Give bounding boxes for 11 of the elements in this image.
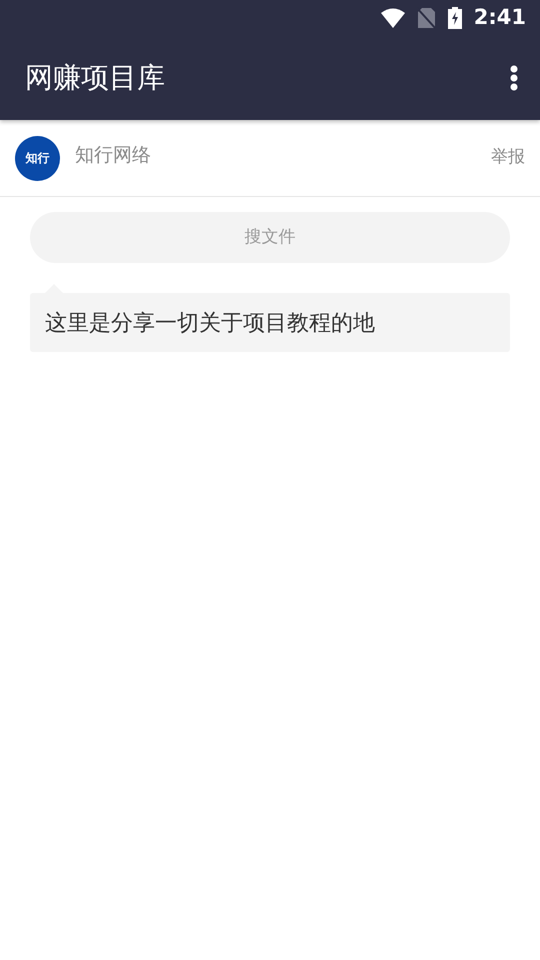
more-options-icon[interactable] bbox=[510, 65, 518, 91]
owner-name: 知行网络 bbox=[75, 142, 152, 168]
clock-time: 2:41 bbox=[474, 4, 526, 32]
avatar-logo: 知行 bbox=[15, 136, 60, 180]
wifi-icon bbox=[380, 8, 405, 28]
app-title: 网赚项目库 bbox=[25, 60, 165, 96]
search-button[interactable]: 搜文件 bbox=[30, 212, 510, 263]
no-sim-icon bbox=[416, 7, 436, 29]
battery-charging-icon bbox=[448, 7, 462, 29]
message-text: 这里是分享一切关于项目教程的地 bbox=[45, 311, 375, 336]
report-link[interactable]: 举报 bbox=[491, 145, 525, 171]
